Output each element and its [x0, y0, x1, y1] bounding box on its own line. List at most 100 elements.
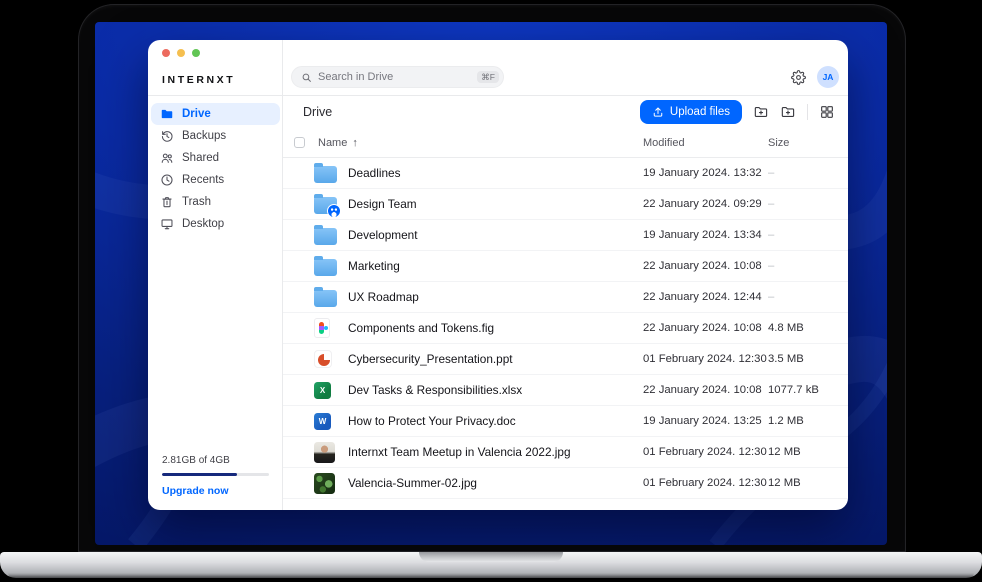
table-row[interactable]: Components and Tokens.fig 22 January 202… — [283, 313, 848, 344]
grid-view-toggle[interactable] — [819, 104, 835, 120]
file-size: 1077.7 kB — [768, 384, 835, 396]
main-content: Search in Drive ⌘F JA Drive Upload files — [283, 40, 848, 510]
upload-folder-button[interactable] — [753, 104, 769, 120]
table-row[interactable]: UX Roadmap 22 January 2024. 12:44 – — [283, 282, 848, 313]
file-name: Valencia-Summer-02.jpg — [348, 476, 643, 490]
settings-button[interactable] — [791, 70, 806, 85]
file-type-icon — [314, 318, 330, 338]
table-row[interactable]: Marketing 22 January 2024. 10:08 – — [283, 251, 848, 282]
table-row[interactable]: Internxt Team Meetup in Valencia 2022.jp… — [283, 437, 848, 468]
file-modified-date: 01 February 2024. 12:30 — [643, 477, 768, 489]
file-size: – — [768, 229, 835, 241]
sidebar-item-label: Trash — [182, 196, 211, 208]
gear-icon — [791, 70, 806, 85]
file-size: – — [768, 198, 835, 210]
upload-files-button[interactable]: Upload files — [640, 100, 742, 124]
user-avatar[interactable]: JA — [817, 66, 839, 88]
laptop-base — [0, 552, 982, 578]
upgrade-now-link[interactable]: Upgrade now — [162, 485, 269, 497]
sidebar-item-label: Drive — [182, 108, 211, 120]
stage: INTERNXT Drive Backups Shared Recents — [0, 0, 982, 582]
create-folder-button[interactable] — [780, 104, 796, 120]
file-name: How to Protect Your Privacy.doc — [348, 414, 643, 428]
sidebar-nav: Drive Backups Shared Recents Trash — [148, 96, 282, 235]
sidebar-item-recents[interactable]: Recents — [151, 169, 280, 191]
file-type-icon — [314, 290, 337, 307]
table-row[interactable]: Valencia-Summer-02.jpg 01 February 2024.… — [283, 468, 848, 499]
storage-usage-text: 2.81GB of 4GB — [162, 455, 269, 466]
desktop-monitor-icon — [160, 217, 174, 231]
sidebar-item-desktop[interactable]: Desktop — [151, 213, 280, 235]
table-row[interactable]: Deadlines 19 January 2024. 13:32 – — [283, 158, 848, 189]
file-name: Deadlines — [348, 166, 643, 180]
maximize-window-button[interactable] — [192, 49, 200, 57]
column-name[interactable]: Name ↑ — [318, 137, 643, 149]
file-size: 12 MB — [768, 446, 835, 458]
sidebar-item-label: Recents — [182, 174, 224, 186]
grid-view-icon — [819, 104, 835, 120]
table-row[interactable]: W How to Protect Your Privacy.doc 19 Jan… — [283, 406, 848, 437]
drive-folder-icon — [160, 107, 174, 121]
file-name: Components and Tokens.fig — [348, 321, 643, 335]
sidebar-item-backups[interactable]: Backups — [151, 125, 280, 147]
column-size[interactable]: Size — [768, 137, 835, 149]
file-size: – — [768, 167, 835, 179]
column-modified[interactable]: Modified — [643, 137, 768, 149]
upload-files-label: Upload files — [670, 106, 730, 118]
file-name: Cybersecurity_Presentation.ppt — [348, 352, 643, 366]
select-all-checkbox[interactable] — [294, 137, 305, 148]
file-type-icon: W — [314, 413, 331, 430]
traffic-lights — [162, 49, 200, 57]
file-name: UX Roadmap — [348, 290, 643, 304]
file-modified-date: 22 January 2024. 10:08 — [643, 260, 768, 272]
column-name-label: Name — [318, 137, 347, 149]
file-modified-date: 01 February 2024. 12:30 — [643, 446, 768, 458]
file-modified-date: 22 January 2024. 09:29 — [643, 198, 768, 210]
sidebar-item-label: Desktop — [182, 218, 224, 230]
search-icon — [301, 72, 312, 83]
top-header: Search in Drive ⌘F JA — [283, 40, 848, 96]
file-name: Development — [348, 228, 643, 242]
sidebar-item-trash[interactable]: Trash — [151, 191, 280, 213]
header-actions: JA — [791, 66, 839, 88]
table-row[interactable]: X Dev Tasks & Responsibilities.xlsx 22 J… — [283, 375, 848, 406]
file-type-icon: X — [314, 382, 331, 399]
backups-history-icon — [160, 129, 174, 143]
folder-plus-icon — [780, 104, 796, 120]
table-row[interactable]: Cybersecurity_Presentation.ppt 01 Februa… — [283, 344, 848, 375]
breadcrumb: Drive — [303, 105, 332, 119]
file-size: 3.5 MB — [768, 353, 835, 365]
trash-icon — [160, 195, 174, 209]
file-modified-date: 01 February 2024. 12:30 — [643, 353, 768, 365]
shared-people-icon — [160, 151, 174, 165]
file-type-icon — [314, 473, 335, 494]
close-window-button[interactable] — [162, 49, 170, 57]
table-row[interactable]: Development 19 January 2024. 13:34 – — [283, 220, 848, 251]
search-input[interactable]: Search in Drive ⌘F — [291, 66, 504, 88]
file-modified-date: 19 January 2024. 13:34 — [643, 229, 768, 241]
search-shortcut-badge: ⌘F — [477, 71, 499, 84]
search-placeholder: Search in Drive — [318, 71, 477, 83]
storage-progress-bar — [162, 473, 269, 476]
sidebar-item-drive[interactable]: Drive — [151, 103, 280, 125]
file-type-icon — [314, 197, 337, 214]
file-size: 12 MB — [768, 477, 835, 489]
file-type-icon — [314, 442, 335, 463]
table-header: Name ↑ Modified Size — [283, 128, 848, 158]
file-name: Design Team — [348, 197, 643, 211]
sidebar-item-label: Backups — [182, 130, 226, 142]
drive-toolbar: Drive Upload files — [283, 96, 848, 128]
sidebar-item-shared[interactable]: Shared — [151, 147, 280, 169]
storage-widget: 2.81GB of 4GB Upgrade now — [162, 455, 269, 497]
file-name: Marketing — [348, 259, 643, 273]
recents-clock-icon — [160, 173, 174, 187]
file-modified-date: 19 January 2024. 13:25 — [643, 415, 768, 427]
file-type-icon — [314, 350, 332, 368]
minimize-window-button[interactable] — [177, 49, 185, 57]
file-modified-date: 22 January 2024. 10:08 — [643, 384, 768, 396]
file-list: Deadlines 19 January 2024. 13:32 – Desig… — [283, 158, 848, 510]
file-modified-date: 19 January 2024. 13:32 — [643, 167, 768, 179]
file-type-icon — [314, 259, 337, 276]
table-row[interactable]: Design Team 22 January 2024. 09:29 – — [283, 189, 848, 220]
file-name: Dev Tasks & Responsibilities.xlsx — [348, 383, 643, 397]
